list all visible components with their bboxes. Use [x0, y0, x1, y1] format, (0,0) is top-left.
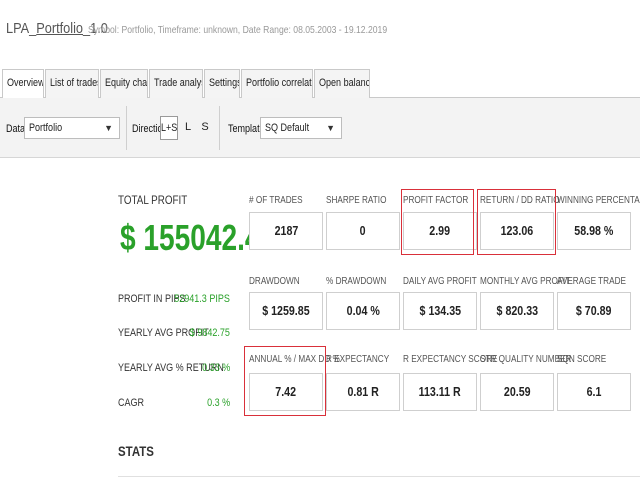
metric-label-pct-drawdown: % DRAWDOWN [326, 276, 387, 287]
metric-value-r-expectancy-score: 113.11 R [403, 373, 477, 411]
stat-value: 0.3 % [206, 397, 230, 409]
metric-label-winning-percentage: WINNING PERCENTAGE [557, 195, 640, 206]
data-select[interactable]: Portfolio ▼ [24, 117, 120, 139]
toolbar-divider [126, 106, 127, 150]
metric-value-trades: 2187 [249, 212, 323, 250]
metric-value-pct-drawdown: 0.04 % [326, 292, 400, 330]
title-bar: LPA_Portfolio_1.0 Symbol: Portfolio, Tim… [0, 0, 640, 64]
app-subtitle: Symbol: Portfolio, Timeframe: unknown, D… [88, 24, 453, 36]
metric-value-sharpe-ratio: 0 [326, 212, 400, 250]
tab-equity-chart[interactable]: Equity chart [100, 69, 148, 98]
metric-value-str-quality-number: 20.59 [480, 373, 554, 411]
metric-value-average-trade: $ 70.89 [557, 292, 631, 330]
stat-value: 0.33 % [201, 362, 230, 374]
title-prefix: LPA [6, 20, 30, 37]
title-name: Portfolio [36, 20, 84, 37]
metric-label-trades: # OF TRADES [249, 195, 303, 206]
direction-short-button[interactable]: S [199, 116, 211, 140]
overview-panel: TOTAL PROFIT $ 155042.42 PROFIT IN PIPS … [0, 159, 640, 480]
template-select-value: SQ Default [265, 122, 310, 134]
metric-value-monthly-avg-profit: $ 820.33 [480, 292, 554, 330]
metric-value-drawdown: $ 1259.85 [249, 292, 323, 330]
tab-list-of-trades[interactable]: List of trades [45, 69, 99, 98]
tab-portfolio-correlation[interactable]: Portfolio correlation [241, 69, 313, 98]
subtitle-text: Symbol: Portfolio, Timeframe: unknown, D… [88, 24, 388, 36]
toolbar-divider [219, 106, 220, 150]
metric-label-sqn-score: SQN SCORE [557, 354, 607, 365]
metric-label-drawdown: DRAWDOWN [249, 276, 300, 287]
tab-settings[interactable]: Settings [204, 69, 240, 98]
metric-value-winning-percentage: 58.98 % [557, 212, 631, 250]
template-select[interactable]: SQ Default ▼ [260, 117, 342, 139]
highlight-frame-return-dd-ratio [477, 189, 556, 255]
metric-label-sharpe-ratio: SHARPE RATIO [326, 195, 387, 206]
metric-value-sqn-score: 6.1 [557, 373, 631, 411]
stat-label: CAGR [118, 397, 145, 409]
total-profit-label: TOTAL PROFIT [118, 193, 188, 207]
metric-label-average-trade: AVERAGE TRADE [557, 276, 626, 287]
chevron-down-icon: ▼ [326, 123, 335, 133]
metric-value-r-expectancy: 0.81 R [326, 373, 400, 411]
stat-value: $ 9842.75 [189, 327, 230, 339]
chevron-down-icon: ▼ [104, 123, 113, 133]
metric-label-r-expectancy: R EXPECTANCY [326, 354, 390, 365]
tab-trade-analysis[interactable]: Trade analysis [149, 69, 203, 98]
section-divider [118, 476, 640, 477]
tab-overview[interactable]: Overview [2, 69, 44, 99]
tab-bar: Overview List of trades Equity chart Tra… [0, 66, 640, 99]
data-select-value: Portfolio [29, 122, 63, 134]
stats-heading: STATS [118, 443, 154, 459]
highlight-frame-profit-factor [401, 189, 474, 255]
direction-long-button[interactable]: L [182, 116, 194, 140]
filter-toolbar: Data Portfolio ▼ Direction L+S L S Templ… [0, 98, 640, 158]
tab-open-balances[interactable]: Open balances [314, 69, 370, 98]
metric-value-daily-avg-profit: $ 134.35 [403, 292, 477, 330]
stat-value: 52941.3 PIPS [174, 293, 230, 305]
highlight-frame-annual-max-dd [244, 346, 326, 416]
direction-long-short-button[interactable]: L+S [160, 116, 178, 140]
